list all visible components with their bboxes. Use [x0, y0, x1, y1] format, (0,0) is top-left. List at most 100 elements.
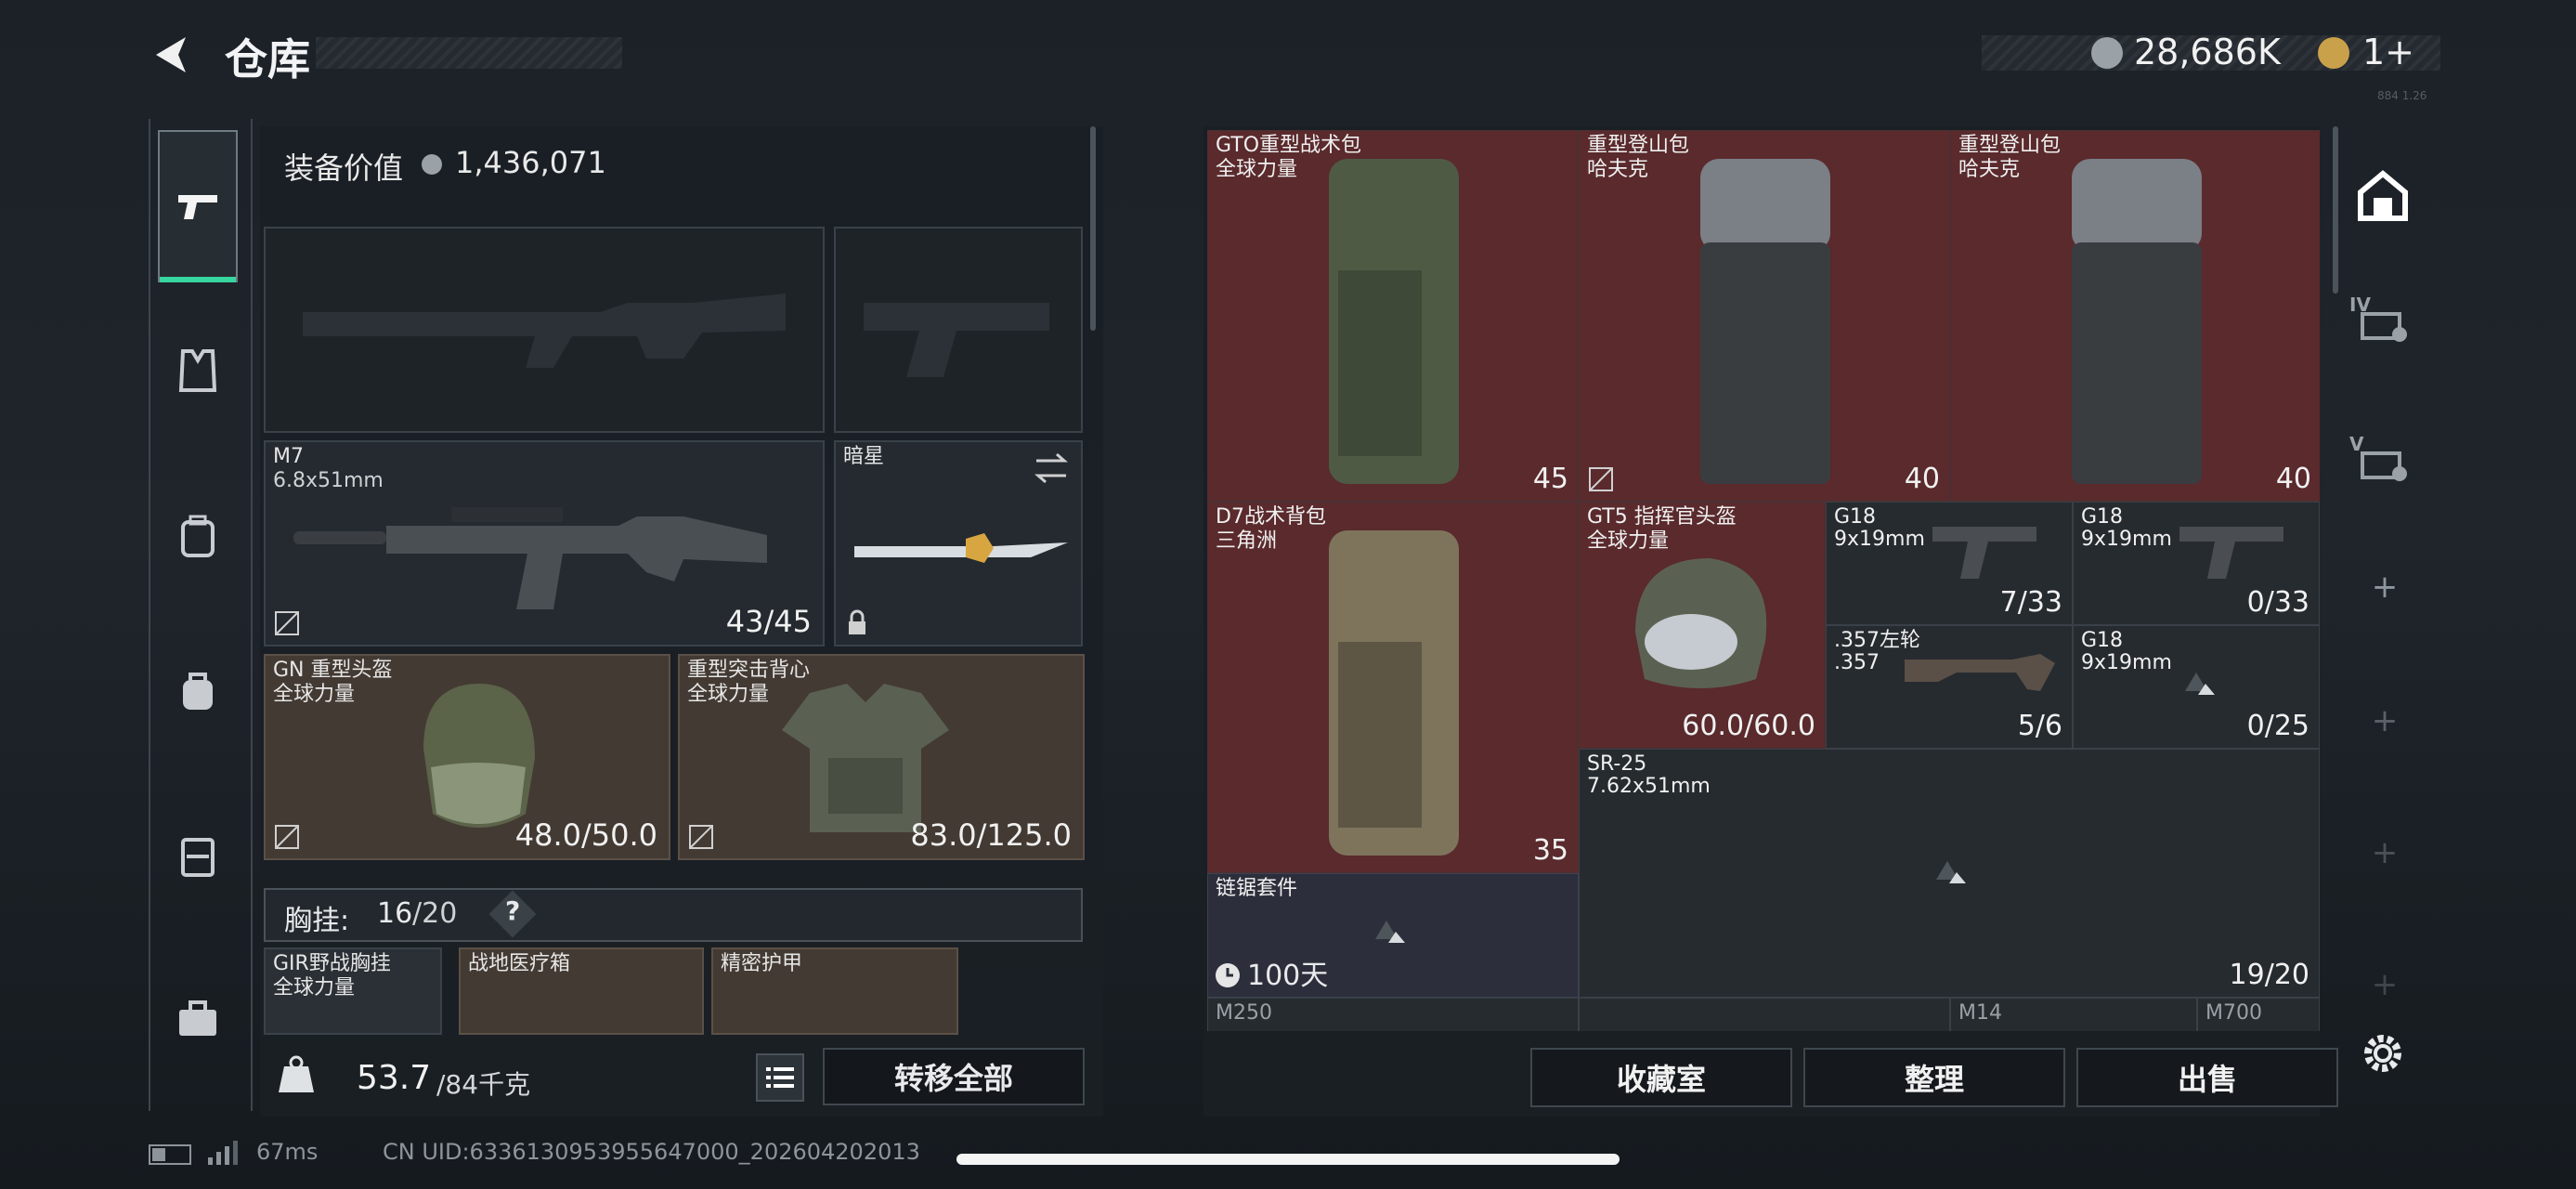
item-name: G18	[2081, 629, 2124, 652]
helmet-faction: 全球力量	[273, 683, 356, 706]
rig-item[interactable]: 战地医疗箱	[459, 947, 704, 1035]
ticket-icon[interactable]	[2318, 37, 2349, 69]
stash-tab-v[interactable]: V	[2349, 427, 2416, 492]
m7-rifle-image	[293, 507, 767, 609]
add-storage-plus[interactable]: +	[2366, 702, 2403, 739]
nav-storage[interactable]	[158, 816, 238, 895]
item-ammo: 0/33	[2246, 586, 2309, 619]
rig-item[interactable]: 精密护甲	[711, 947, 958, 1035]
pistol-image	[1932, 527, 2036, 579]
back-button[interactable]	[149, 32, 195, 78]
pistol-icon	[178, 195, 217, 219]
revolver-image	[1905, 654, 2055, 691]
stash-tab-iv[interactable]: IV	[2349, 288, 2416, 353]
grid-divider	[1400, 130, 1405, 1031]
rig-item[interactable]: GIR野战胸挂 全球力量	[264, 947, 442, 1035]
stash-item-backpack[interactable]: 重型登山包 哈夫克 40	[1579, 130, 1950, 502]
stash-item-rifle[interactable]: M14	[1950, 998, 2197, 1031]
stash-item-chainsaw-kit[interactable]: 链锯套件 100天	[1207, 873, 1579, 998]
sort-button[interactable]: 整理	[1803, 1048, 2065, 1107]
nav-case[interactable]	[158, 979, 238, 1059]
stash-item-empty[interactable]	[1579, 998, 1950, 1031]
list-view-button[interactable]	[756, 1053, 804, 1102]
ticket-count[interactable]: 1+	[2362, 32, 2414, 72]
add-storage-plus[interactable]: +	[2366, 568, 2403, 606]
settings-button[interactable]	[2359, 1029, 2407, 1078]
item-name: 重型登山包	[1587, 134, 1690, 157]
battery-icon	[149, 1144, 191, 1165]
stash-item-rifle[interactable]: SR-25 7.62x51mm 19/20	[1579, 749, 2320, 998]
helmet-name: GN 重型头盔	[273, 659, 393, 682]
loadout-scrollbar[interactable]	[1090, 126, 1096, 331]
stash-item-rifle[interactable]: M700	[2197, 998, 2320, 1031]
backpack-image	[1329, 159, 1459, 484]
stash-item-pistol[interactable]: G18 9x19mm 7/33	[1826, 502, 2073, 625]
transfer-all-button[interactable]: 转移全部	[823, 1048, 1085, 1105]
vest-icon	[178, 349, 217, 392]
item-sub: 7.62x51mm	[1587, 775, 1711, 798]
nav-armor[interactable]	[158, 331, 238, 411]
stash-item-backpack[interactable]: 重型登山包 哈夫克 40	[1950, 130, 2320, 502]
melee-slot[interactable]: 暗星	[834, 440, 1083, 647]
item-capacity: 40	[1904, 463, 1940, 495]
swap-icon[interactable]	[1033, 451, 1070, 485]
nav-bag[interactable]	[158, 650, 238, 730]
nav-weapons[interactable]	[158, 130, 238, 282]
item-duration: 100天	[1247, 960, 1329, 992]
helmet-image	[1635, 558, 1767, 688]
storage-expand-icon	[2361, 451, 2407, 481]
item-name: M700	[2205, 1001, 2262, 1025]
secondary-weapon-slot-empty[interactable]	[834, 227, 1083, 433]
helmet-slot[interactable]: GN 重型头盔 全球力量 48.0/50.0	[264, 654, 670, 860]
weapon-name: M7	[273, 445, 304, 468]
stash-scrollbar[interactable]	[2333, 126, 2338, 294]
sell-button[interactable]: 出售	[2076, 1048, 2338, 1107]
storage-box-icon	[181, 838, 215, 877]
chest-rig-header[interactable]: 胸挂: 16 /20 ?	[264, 888, 1083, 942]
loading-placeholder-icon	[1375, 921, 1405, 943]
add-storage-plus[interactable]: +	[2366, 966, 2403, 1003]
home-indicator[interactable]	[956, 1154, 1620, 1165]
item-name: SR-25	[1587, 752, 1647, 776]
item-durability: 60.0/60.0	[1682, 710, 1815, 742]
stash-item-helmet[interactable]: GT5 指挥官头盔 全球力量 60.0/60.0	[1579, 502, 1826, 749]
weight-icon	[275, 1053, 318, 1096]
add-storage-plus[interactable]: +	[2366, 834, 2403, 871]
backpack-image	[2072, 159, 2202, 484]
warehouse-icon	[2358, 170, 2408, 221]
pistol-silhouette-icon	[864, 303, 1049, 377]
max-weight: /84千克	[436, 1069, 531, 1100]
stash-tab-main[interactable]	[2348, 149, 2418, 243]
item-sub: 哈夫克	[1958, 158, 2021, 181]
loading-placeholder-icon	[2185, 673, 2215, 695]
stash-item-pistol[interactable]: G18 9x19mm 0/25	[2073, 625, 2320, 749]
item-name: 链锯套件	[1216, 877, 1298, 900]
primary-weapon-slot[interactable]: M7 6.8x51mm 43/45	[264, 440, 825, 647]
stash-item-backpack[interactable]: D7战术背包 三角洲 35	[1207, 502, 1579, 873]
ping-text: 67ms	[256, 1139, 319, 1165]
value-label: 装备价值	[284, 150, 404, 186]
clock-icon	[1216, 963, 1240, 987]
help-icon[interactable]: ?	[505, 895, 520, 926]
stash-item-backpack[interactable]: GTO重型战术包 全球力量 45	[1207, 130, 1579, 502]
chest-rig-count: 16	[377, 897, 413, 930]
item-name: M250	[1216, 1001, 1272, 1025]
item-capacity: 35	[1532, 834, 1568, 867]
armor-slot[interactable]: 重型突击背心 全球力量 83.0/125.0	[678, 654, 1085, 860]
collection-room-button[interactable]: 收藏室	[1530, 1048, 1792, 1107]
lock-icon	[849, 609, 865, 634]
chest-rig-label: 胸挂:	[284, 905, 350, 937]
chest-rig-capacity: /20	[412, 897, 458, 930]
stash-item-rifle[interactable]: M250	[1207, 998, 1579, 1031]
stash-item-revolver[interactable]: .357左轮 .357 5/6	[1826, 625, 2073, 749]
armor-faction: 全球力量	[687, 683, 770, 706]
rig-item-name: 精密护甲	[721, 952, 803, 975]
item-ammo: 7/33	[1999, 586, 2062, 619]
item-name: G18	[2081, 505, 2124, 529]
currency-amount: 28,686K	[2134, 32, 2281, 72]
nav-backpack[interactable]	[158, 496, 238, 576]
item-sub: 9x19mm	[1834, 528, 1925, 551]
item-sub: 三角洲	[1216, 529, 1278, 553]
primary-weapon-slot-empty[interactable]	[264, 227, 825, 433]
stash-item-pistol[interactable]: G18 9x19mm 0/33	[2073, 502, 2320, 625]
